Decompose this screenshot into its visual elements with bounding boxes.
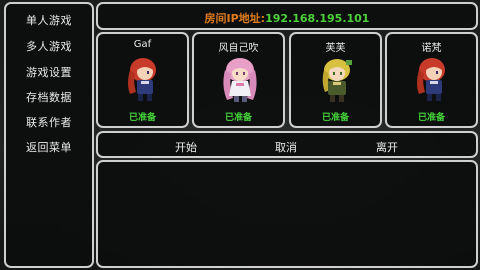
player-card-3: 芙芙 已准备 (289, 32, 382, 128)
room-ip-label: 房间IP地址: (204, 12, 266, 25)
start-button[interactable]: 开始 (175, 139, 197, 155)
player-avatar-sprite (322, 59, 352, 102)
sidebar-menu: 单人游戏 多人游戏 游戏设置 存档数据 联系作者 返回菜单 (4, 2, 94, 268)
menu-item-settings[interactable]: 游戏设置 (6, 64, 92, 80)
player-avatar-sprite (417, 58, 445, 101)
menu-item-contact-author[interactable]: 联系作者 (6, 114, 92, 130)
menu-item-single-player[interactable]: 单人游戏 (6, 12, 92, 28)
room-action-bar: 开始 取消 离开 (96, 131, 478, 158)
player-card-2: 风自己吹 已准备 (192, 32, 285, 128)
chat-log-panel[interactable] (96, 160, 478, 268)
cancel-button[interactable]: 取消 (275, 139, 297, 155)
menu-item-save-data[interactable]: 存档数据 (6, 89, 92, 105)
room-ip-text: 房间IP地址:192.168.195.101 (98, 10, 476, 26)
room-ip-bar: 房间IP地址:192.168.195.101 (96, 2, 478, 30)
player-ready-status: 已准备 (224, 113, 252, 123)
player-card-4: 诺梵 已准备 (385, 32, 478, 128)
player-card-1: Gaf 已准备 (96, 32, 189, 128)
room-ip-value: 192.168.195.101 (265, 12, 370, 25)
menu-item-back-to-menu[interactable]: 返回菜单 (6, 139, 92, 155)
player-ready-status: 已准备 (321, 113, 349, 123)
player-avatar-sprite (223, 58, 257, 102)
leave-button[interactable]: 离开 (376, 139, 398, 155)
player-avatar-sprite (128, 58, 156, 101)
player-name: Gaf (133, 39, 152, 50)
player-ready-status: 已准备 (417, 113, 445, 123)
player-ready-status: 已准备 (128, 113, 156, 123)
menu-item-multiplayer[interactable]: 多人游戏 (6, 38, 92, 54)
